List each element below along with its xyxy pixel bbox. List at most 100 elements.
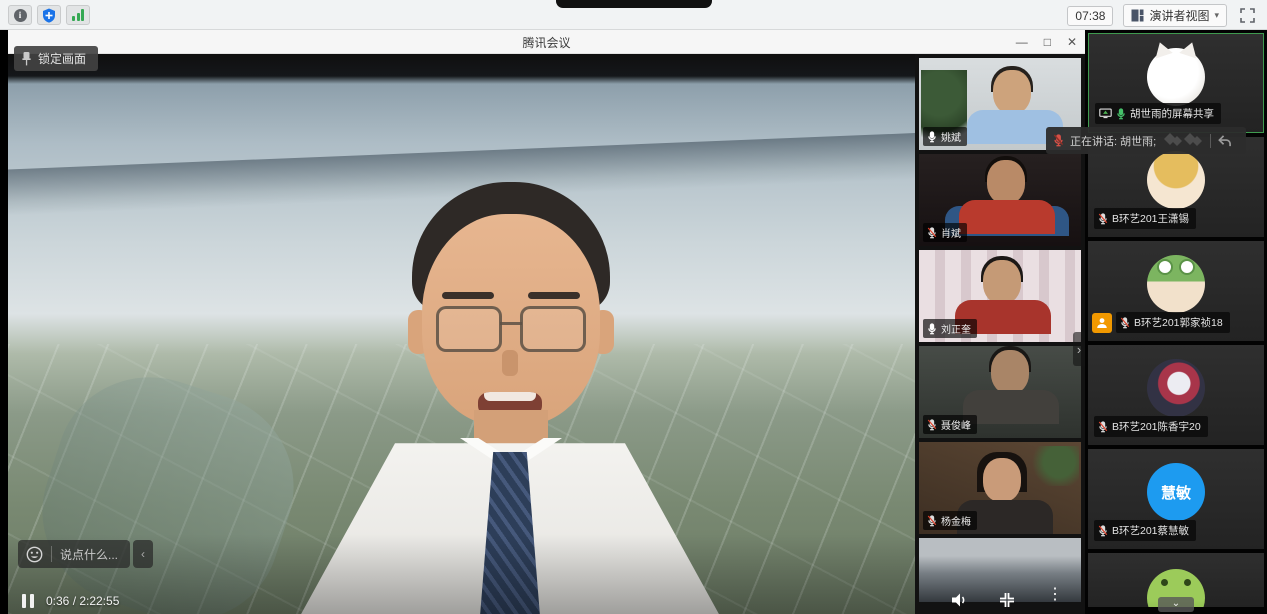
participant-cell[interactable]: 胡世雨的屏幕共享 — [1088, 33, 1264, 133]
speaker-glasses — [436, 306, 502, 352]
participant-name: B环艺201陈香宇20 — [1112, 419, 1201, 434]
mic-muted-icon — [1098, 525, 1108, 537]
main-speaker-video[interactable]: 说点什么... ‹ 0:36 / 2:22:55 — [8, 54, 915, 614]
avatar — [1147, 48, 1205, 106]
participant-name: 刘正奎 — [941, 321, 971, 336]
mic-on-icon — [927, 323, 937, 335]
hand-raised-badge — [1092, 313, 1112, 333]
participant-label: B环艺201郭家祯18 — [1116, 312, 1230, 333]
thumb-face — [987, 160, 1025, 204]
layout-icon — [1131, 9, 1144, 22]
participant-label: B环艺201蔡慧敏 — [1094, 520, 1196, 541]
participant-video[interactable]: 杨金梅 — [919, 442, 1081, 534]
chat-placeholder: 说点什么... — [60, 546, 118, 563]
avatar — [1147, 359, 1205, 417]
speaker-icon — [951, 592, 969, 608]
participant-name: 杨金梅 — [941, 513, 971, 528]
participant-name: 聂俊峰 — [941, 417, 971, 432]
fullscreen-icon — [1240, 8, 1255, 23]
playback-time: 0:36 / 2:22:55 — [46, 594, 119, 608]
participant-cell[interactable]: B环艺201郭家祯18 — [1088, 241, 1264, 341]
status-icon-group: i — [8, 5, 90, 25]
mic-muted-icon — [1098, 213, 1108, 225]
network-button[interactable] — [66, 5, 90, 25]
mic-muted-red-icon — [1053, 134, 1064, 147]
participant-name: 肖斌 — [941, 225, 961, 240]
participant-name-badge: 杨金梅 — [923, 511, 977, 530]
info-icon: i — [14, 9, 27, 22]
participant-name: 胡世雨的屏幕共享 — [1130, 106, 1214, 121]
info-button[interactable]: i — [8, 5, 32, 25]
thumb-face — [991, 350, 1029, 394]
plant-decor — [1029, 446, 1079, 486]
thumb-face — [983, 260, 1021, 304]
lock-screen-button[interactable]: 锁定画面 — [14, 46, 98, 71]
chevron-down-icon: ▾ — [1214, 10, 1219, 21]
window-title-bar[interactable]: 腾讯会议 — □ ✕ — [8, 30, 1085, 54]
mic-muted-icon — [927, 419, 937, 431]
participant-video[interactable]: 肖斌 — [919, 154, 1081, 246]
view-mode-selector[interactable]: 演讲者视图 ▾ — [1123, 4, 1227, 27]
raise-hand-icons[interactable] — [1162, 132, 1202, 150]
avatar: 慧敏 — [1147, 463, 1205, 521]
participant-label: B环艺201陈香宇20 — [1094, 416, 1208, 437]
participant-name: B环艺201郭家祯18 — [1134, 315, 1223, 330]
mic-muted-icon — [1098, 421, 1108, 433]
thumb-face — [983, 458, 1021, 502]
mic-active-icon — [1116, 108, 1126, 120]
chat-collapse-button[interactable]: ‹ — [133, 540, 153, 568]
clock: 07:38 — [1067, 6, 1113, 26]
volume-button[interactable] — [951, 592, 969, 608]
maximize-button[interactable]: □ — [1044, 35, 1051, 49]
lock-screen-label: 锁定画面 — [38, 50, 86, 67]
emoji-icon — [26, 546, 43, 563]
screen-share-icon — [1099, 108, 1112, 119]
participant-name: B环艺201王潇锡 — [1112, 211, 1189, 226]
strip-expand-button[interactable]: › — [1073, 332, 1085, 366]
more-options-button[interactable]: ⋮ — [1047, 587, 1063, 603]
mic-muted-icon — [927, 515, 937, 527]
shrink-button[interactable] — [999, 592, 1015, 608]
participant-name-badge: 聂俊峰 — [923, 415, 977, 434]
avatar-initials: 慧敏 — [1161, 482, 1191, 503]
protect-button[interactable] — [37, 5, 61, 25]
chat-input[interactable]: 说点什么... — [18, 540, 130, 568]
meeting-window: 腾讯会议 — □ ✕ — [8, 30, 1085, 614]
participant-name-badge: 肖斌 — [923, 223, 967, 242]
speaker-brow — [528, 292, 580, 299]
speaker-glasses — [520, 306, 586, 352]
network-signal-icon — [72, 9, 84, 21]
participant-label: B环艺201王潇锡 — [1094, 208, 1196, 229]
speaker-brow — [442, 292, 494, 299]
screen-notch — [556, 0, 712, 8]
mic-muted-icon — [927, 227, 937, 239]
minimize-button[interactable]: — — [1016, 35, 1028, 49]
mic-muted-icon — [1120, 317, 1130, 329]
participants-panel: 胡世雨的屏幕共享 B环艺201王潇锡 B环艺201郭家祯18 — [1085, 30, 1267, 614]
thumb-face — [993, 70, 1031, 114]
view-mode-label: 演讲者视图 — [1149, 7, 1209, 24]
participant-video[interactable]: 聂俊峰 — [919, 346, 1081, 438]
participant-label: 胡世雨的屏幕共享 — [1095, 103, 1221, 124]
avatar — [1147, 151, 1205, 209]
mic-on-icon — [927, 131, 937, 143]
participant-cell[interactable]: B环艺201陈香宇20 — [1088, 345, 1264, 445]
participant-video[interactable]: 刘正奎 — [919, 250, 1081, 342]
window-title: 腾讯会议 — [8, 34, 1085, 51]
participant-name: 姚斌 — [941, 129, 961, 144]
reply-arrow-icon[interactable] — [1217, 134, 1232, 148]
participant-name: B环艺201蔡慧敏 — [1112, 523, 1189, 538]
fullscreen-button[interactable] — [1237, 6, 1257, 26]
glasses-bridge — [500, 322, 522, 325]
scroll-down-button[interactable]: ⌄ — [1158, 597, 1194, 612]
pin-icon — [21, 51, 32, 66]
speaking-toast: 正在讲话: 胡世雨; — [1046, 127, 1246, 154]
thumb-body — [963, 390, 1059, 424]
pause-icon[interactable] — [22, 594, 34, 608]
speaking-toast-text: 正在讲话: 胡世雨; — [1070, 133, 1156, 149]
avatar — [1147, 255, 1205, 313]
close-button[interactable]: ✕ — [1067, 35, 1077, 49]
speaker-nose — [502, 350, 518, 376]
participant-cell[interactable]: 慧敏 B环艺201蔡慧敏 — [1088, 449, 1264, 549]
thumb-body — [959, 200, 1055, 234]
